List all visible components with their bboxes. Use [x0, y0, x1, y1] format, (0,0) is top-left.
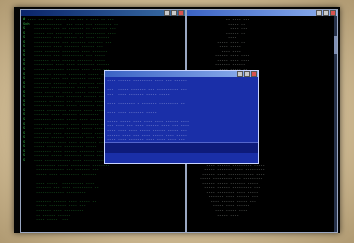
scrollbar-thumb[interactable]: [334, 36, 337, 54]
maximize-icon[interactable]: [171, 10, 177, 16]
close-icon[interactable]: [178, 10, 184, 16]
maximize-icon[interactable]: [244, 71, 250, 77]
monitor-screen: # ---- --- --- ----- --- --- - ---- -- -…: [14, 7, 340, 233]
dialog-output: ---- ------ --------- ---- --- ------ --…: [105, 77, 258, 152]
right-terminal-scrollbar[interactable]: [334, 16, 337, 232]
output-line: ---- ----- ---: [23, 217, 69, 222]
minimize-icon[interactable]: [237, 71, 243, 77]
dialog-window[interactable]: ---- ------ --------- ---- --- ------ --…: [104, 70, 259, 164]
minimize-icon[interactable]: [164, 10, 170, 16]
photo-background: # ---- --- --- ----- --- --- - ---- -- -…: [0, 0, 354, 243]
output-line: ----- ----: [189, 212, 239, 217]
dialog-status-strip: [105, 142, 258, 153]
maximize-icon[interactable]: [323, 10, 329, 16]
close-icon[interactable]: [251, 71, 257, 77]
minimize-icon[interactable]: [316, 10, 322, 16]
